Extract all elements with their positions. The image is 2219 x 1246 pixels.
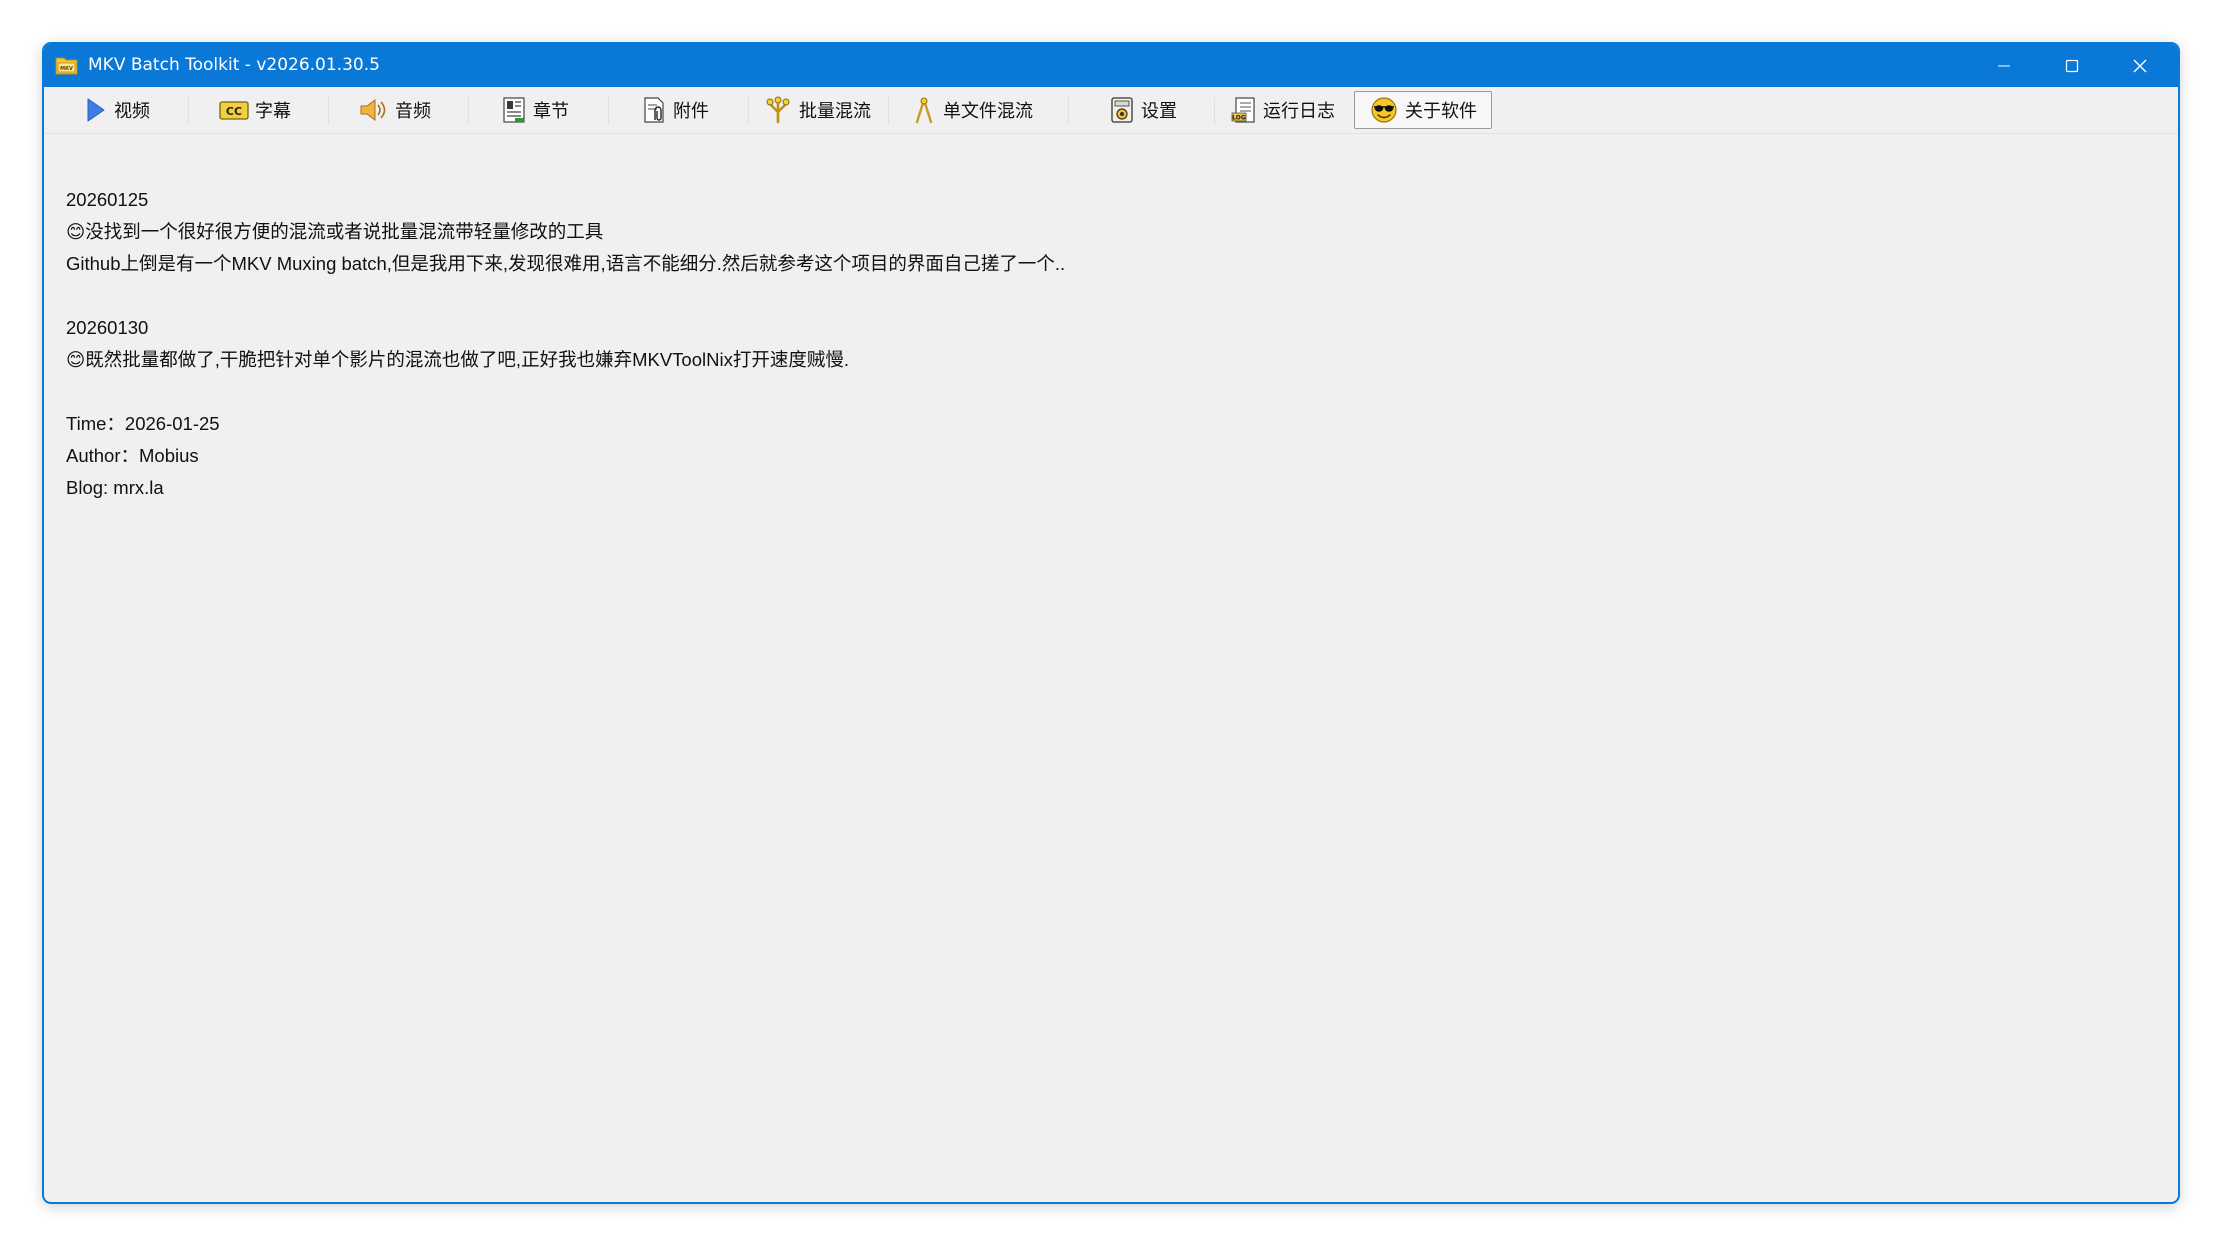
tab-video[interactable]: 视频 [47, 91, 185, 129]
speaker-icon [360, 99, 386, 121]
main-toolbar: 视频 CC 字幕 音频 章节 附件 批量混流 单文件混流 设置 LOG 运行日志… [44, 87, 2178, 134]
tab-label: 字幕 [255, 101, 291, 122]
log-icon: LOG [1231, 97, 1255, 123]
svg-text:CC: CC [226, 105, 242, 118]
tab-label: 关于软件 [1405, 101, 1477, 122]
minimize-icon [1998, 65, 2010, 66]
tab-about[interactable]: 关于软件 [1354, 91, 1492, 129]
batch-merge-icon [766, 96, 790, 124]
single-merge-icon [915, 97, 933, 124]
minimize-button[interactable] [1970, 44, 2038, 87]
play-icon [87, 98, 105, 122]
app-window: MKV MKV Batch Toolkit - v2026.01.30.5 视频 [42, 42, 2180, 1204]
close-button[interactable] [2106, 44, 2174, 87]
author-info: Author：Mobius [66, 445, 199, 466]
time-info: Time：2026-01-25 [66, 413, 220, 434]
tab-separator [888, 97, 889, 125]
chapter-icon [503, 97, 525, 123]
tab-batch-merge[interactable]: 批量混流 [748, 91, 886, 129]
svg-text:LOG: LOG [1232, 115, 1246, 122]
settings-icon [1111, 97, 1133, 123]
tab-chapters[interactable]: 章节 [466, 91, 604, 129]
maximize-icon [2065, 59, 2079, 72]
title-bar[interactable]: MKV MKV Batch Toolkit - v2026.01.30.5 [44, 44, 2178, 87]
tab-label: 音频 [395, 101, 431, 122]
tab-label: 批量混流 [799, 101, 871, 122]
tab-audio[interactable]: 音频 [326, 91, 464, 129]
entry-text: 😊既然批量都做了,干脆把针对单个影片的混流也做了吧,正好我也嫌弃MKVToolN… [66, 349, 849, 370]
about-content: 20260125 😊没找到一个很好很方便的混流或者说批量混流带轻量修改的工具 G… [66, 184, 2158, 504]
tab-subtitle[interactable]: CC 字幕 [186, 91, 324, 129]
smiley-sunglasses-icon [1371, 97, 1397, 123]
entry-text: Github上倒是有一个MKV Muxing batch,但是我用下来,发现很难… [66, 253, 1066, 274]
tab-label: 视频 [114, 101, 150, 122]
entry-text: 😊没找到一个很好很方便的混流或者说批量混流带轻量修改的工具 [66, 221, 604, 242]
tab-separator [1068, 97, 1069, 125]
tab-settings[interactable]: 设置 [1074, 91, 1212, 129]
entry-date: 20260125 [66, 189, 149, 210]
blog-info[interactable]: Blog: mrx.la [66, 472, 2158, 504]
mkv-folder-icon: MKV [55, 57, 78, 75]
entry-date: 20260130 [66, 317, 149, 338]
tab-label: 单文件混流 [943, 101, 1033, 122]
cc-icon: CC [219, 101, 249, 120]
svg-text:MKV: MKV [60, 66, 73, 72]
tab-label: 运行日志 [1263, 101, 1335, 122]
attachment-icon [644, 97, 664, 123]
tab-label: 设置 [1141, 101, 1177, 122]
window-title: MKV Batch Toolkit - v2026.01.30.5 [88, 55, 380, 75]
tab-attachments[interactable]: 附件 [606, 91, 744, 129]
maximize-button[interactable] [2038, 44, 2106, 87]
tab-label: 附件 [673, 101, 709, 122]
close-icon [2133, 59, 2147, 72]
tab-label: 章节 [533, 101, 569, 122]
tab-run-log[interactable]: LOG 运行日志 [1214, 91, 1352, 129]
tab-single-merge[interactable]: 单文件混流 [892, 91, 1052, 129]
